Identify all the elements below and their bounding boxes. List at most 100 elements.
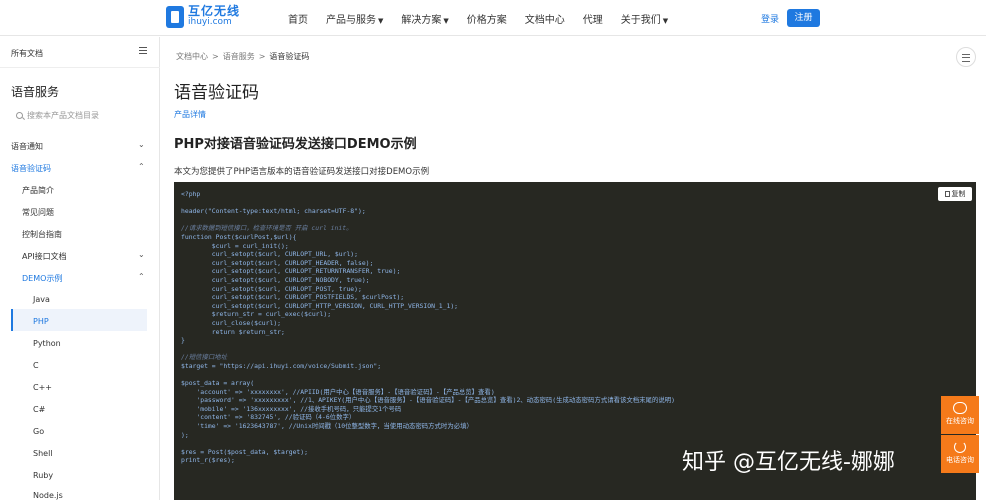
breadcrumb-item-0[interactable]: 文档中心 xyxy=(176,52,208,61)
nav-item-2[interactable]: 解决方案 ▼ xyxy=(401,11,448,26)
nav-item-3[interactable]: 价格方案 xyxy=(467,11,507,26)
section-title: PHP对接语音验证码发送接口DEMO示例 xyxy=(174,137,417,152)
copy-label: 复制 xyxy=(951,190,966,198)
code-line: curl_setopt($curl, CURLOPT_POSTFIELDS, $… xyxy=(181,293,405,302)
sidebar-divider xyxy=(0,67,160,68)
top-navbar: 互亿无线 ihuyi.com 首页 产品与服务 ▼ 解决方案 ▼ 价格方案 文档中心 代理 关于… xyxy=(0,0,986,36)
sidebar-item-12[interactable]: C# xyxy=(33,405,45,414)
sidebar-item-3[interactable]: 常见问题 xyxy=(22,207,54,218)
watermark: 知乎 @互亿无线-娜娜 xyxy=(682,450,895,475)
nav-item-6[interactable]: 关于我们 ▼ xyxy=(621,11,668,26)
all-docs-link[interactable]: 所有文档 xyxy=(11,48,43,59)
nav-item-5[interactable]: 代理 xyxy=(583,11,603,26)
product-detail-link[interactable]: 产品详情 xyxy=(174,109,206,120)
breadcrumb-separator: > xyxy=(212,52,219,61)
sidebar-item-16[interactable]: Node.js xyxy=(33,491,63,500)
code-line: <?php xyxy=(181,190,201,198)
sidebar-item-8[interactable]: PHP xyxy=(33,317,49,326)
code-line: $return_str = curl_exec($curl); xyxy=(181,310,332,319)
sidebar-item-14[interactable]: Shell xyxy=(33,449,53,458)
sidebar-item-11[interactable]: C++ xyxy=(33,383,52,392)
toc-button[interactable] xyxy=(956,47,976,67)
code-line: ); xyxy=(181,430,189,439)
logo-text-en: ihuyi.com xyxy=(188,17,232,27)
code-line: 'content' => '832745', //验证码（4-6位数字） xyxy=(181,413,356,422)
code-line: print_r($res); xyxy=(181,456,235,465)
breadcrumb-item-1[interactable]: 语音服务 xyxy=(223,52,255,61)
code-line: //请求数据到短信接口，检查环境是否 开启 curl init。 xyxy=(181,224,353,233)
doc-sidebar: 所有文档 语音服务 搜索本产品文档目录 语音通知 ⌄ 语音验证码 ⌃ 产品简介常见问题控… xyxy=(0,37,160,500)
code-line: curl_setopt($curl, CURLOPT_RETURNTRANSFE… xyxy=(181,267,401,276)
chevron-up-icon[interactable]: ⌃ xyxy=(138,162,145,171)
main-nav: 首页 产品与服务 ▼ 解决方案 ▼ 价格方案 文档中心 代理 关于我们 ▼ xyxy=(288,0,686,36)
code-line: curl_setopt($curl, CURLOPT_POST, true); xyxy=(181,284,362,293)
chevron-down-icon[interactable]: ⌄ xyxy=(138,250,145,259)
breadcrumb: 文档中心 > 语音服务 > 语音验证码 xyxy=(176,51,309,62)
menu-icon[interactable] xyxy=(139,47,147,54)
caret-down-icon: ▼ xyxy=(662,16,669,25)
phone-icon xyxy=(954,441,966,453)
sidebar-item-13[interactable]: Go xyxy=(33,427,44,436)
nav-item-4[interactable]: 文档中心 xyxy=(525,11,565,26)
caret-down-icon: ▼ xyxy=(443,16,449,25)
online-consult-button[interactable]: 在线咨询 xyxy=(941,396,979,434)
code-line: curl_setopt($curl, CURLOPT_URL, $url); xyxy=(181,250,358,259)
code-line: 'password' => 'xxxxxxxxx', //1、APIKEY(用户… xyxy=(181,396,675,405)
nav-item-0[interactable]: 首页 xyxy=(288,11,308,26)
code-line: curl_setopt($curl, CURLOPT_NOBODY, true)… xyxy=(181,275,370,284)
sidebar-item-1[interactable]: 语音验证码 xyxy=(11,163,51,174)
sidebar-item-10[interactable]: C xyxy=(33,361,39,370)
caret-down-icon: ▼ xyxy=(378,16,384,25)
sidebar-title: 语音服务 xyxy=(11,85,60,99)
code-line: //短信接口地址 xyxy=(181,353,228,362)
breadcrumb-separator: > xyxy=(258,52,266,61)
nav-item-1[interactable]: 产品与服务 ▼ xyxy=(326,11,383,26)
sidebar-item-6[interactable]: DEMO示例 xyxy=(22,273,62,284)
copy-button[interactable]: 复制 xyxy=(938,187,972,201)
register-button[interactable]: 注册 xyxy=(787,9,820,27)
phone-consult-button[interactable]: 电话咨询 xyxy=(941,435,979,473)
sidebar-item-2[interactable]: 产品简介 xyxy=(22,185,54,196)
sidebar-item-15[interactable]: Ruby xyxy=(33,471,53,480)
code-line: return $return_str; xyxy=(181,327,285,336)
code-line: curl_setopt($curl, CURLOPT_HEADER, false… xyxy=(181,258,374,267)
intro-text: 本文为您提供了PHP语言版本的语音验证码发送接口对接DEMO示例 xyxy=(174,167,430,177)
chevron-down-icon[interactable]: ⌄ xyxy=(138,140,145,149)
search-placeholder: 搜索本产品文档目录 xyxy=(27,111,99,120)
code-line: function Post($curlPost,$url){ xyxy=(181,232,297,241)
code-line: $target = "https://api.ihuyi.com/voice/S… xyxy=(181,361,382,370)
code-line: curl_setopt($curl, CURLOPT_HTTP_VERSION,… xyxy=(181,301,459,310)
sidebar-item-7[interactable]: Java xyxy=(33,295,50,304)
code-line: $curl = curl_init(); xyxy=(181,241,289,250)
code-line: 'time' => '1623643787', //Unix时间戳（10位整型数… xyxy=(181,422,473,431)
code-line: 'account' => 'xxxxxxxx', //APIID(用户中心【语音… xyxy=(181,387,495,396)
logo-icon xyxy=(166,6,184,28)
page-title: 语音验证码 xyxy=(174,83,259,103)
logo[interactable]: 互亿无线 ihuyi.com xyxy=(166,4,241,28)
sidebar-item-4[interactable]: 控制台指南 xyxy=(22,229,62,240)
sidebar-active-highlight xyxy=(11,309,147,331)
online-consult-label: 在线咨询 xyxy=(946,417,974,425)
code-line: header("Content-type:text/html; charset=… xyxy=(181,207,366,216)
login-link[interactable]: 登录 xyxy=(761,12,779,25)
code-line: $res = Post($post_data, $target); xyxy=(181,447,308,456)
sidebar-item-5[interactable]: API接口文档 xyxy=(22,251,67,262)
breadcrumb-item-2: 语音验证码 xyxy=(269,52,310,61)
sidebar-search-input[interactable]: 搜索本产品文档目录 xyxy=(16,110,99,121)
code-line: $post_data = array( xyxy=(181,379,255,388)
code-line: curl_close($curl); xyxy=(181,318,282,327)
phone-consult-label: 电话咨询 xyxy=(946,456,974,464)
logo-text-cn: 互亿无线 xyxy=(188,4,241,18)
sidebar-item-9[interactable]: Python xyxy=(33,339,61,348)
chevron-up-icon[interactable]: ⌃ xyxy=(138,272,145,281)
sidebar-item-0[interactable]: 语音通知 xyxy=(11,141,43,152)
code-line: } xyxy=(181,336,185,345)
copy-icon xyxy=(944,191,950,197)
code-lines: <?php header("Content-type:text/html; cha… xyxy=(181,190,675,465)
search-icon xyxy=(16,112,23,119)
